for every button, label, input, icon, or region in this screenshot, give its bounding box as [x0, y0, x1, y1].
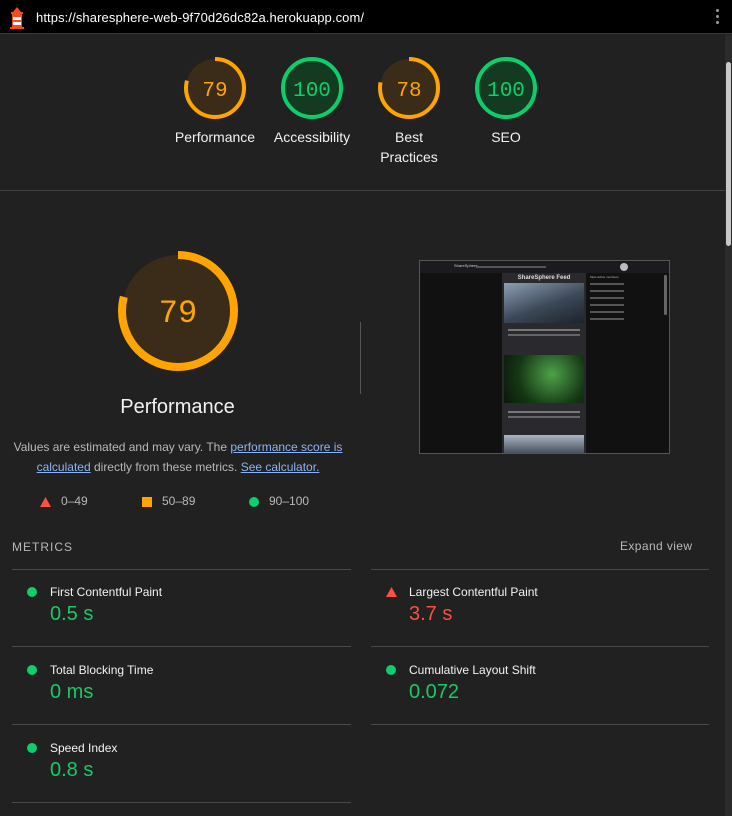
thumb-navbar: ShareSphere: [420, 261, 669, 273]
thumb-text-line: [508, 416, 580, 418]
thumb-scrollbar: [664, 275, 667, 315]
gauge-best-practices[interactable]: 78 Best Practices: [354, 55, 464, 167]
gauge-label: Best Practices: [380, 129, 438, 165]
metric-divider: [371, 646, 709, 647]
metric-divider: [371, 724, 709, 725]
score-gauge: 100: [281, 57, 343, 119]
thumb-text-line: [508, 334, 580, 336]
score-value: 100: [487, 80, 525, 103]
metric-name: Speed Index: [50, 741, 118, 755]
metric-divider: [371, 569, 709, 570]
thumb-post-image: [504, 355, 584, 403]
score-gauge: 78: [378, 57, 440, 119]
thumb-feed: ShareSphere Feed: [502, 273, 586, 453]
category-summary: 79 Performance 100 Accessibility 78 Best Prac…: [0, 35, 725, 191]
legend-pass: 90–100: [249, 494, 309, 510]
performance-note: Values are estimated and may vary. The p…: [12, 437, 344, 477]
thumb-nav-links: [476, 266, 546, 268]
performance-score: 79: [158, 295, 196, 332]
gauge-performance[interactable]: 79 Performance: [160, 55, 270, 147]
fail-indicator-icon: [386, 587, 397, 597]
metric-value: 0 ms: [50, 681, 94, 703]
score-value: 79: [202, 80, 227, 103]
metric-divider: [12, 724, 351, 725]
metric-name: Cumulative Layout Shift: [409, 663, 536, 677]
section-divider: [360, 322, 361, 394]
metric-name: Total Blocking Time: [50, 663, 154, 677]
metric-divider: [12, 569, 351, 570]
thumb-text-line: [590, 283, 624, 285]
thumb-feed-title: ShareSphere Feed: [517, 275, 571, 281]
metric-value: 0.5 s: [50, 603, 94, 625]
metric-value: 0.8 s: [50, 759, 94, 781]
pass-indicator-icon: [27, 587, 37, 597]
metric-divider: [12, 802, 351, 803]
thumb-text-line: [590, 304, 624, 306]
url-text[interactable]: https://sharesphere-web-9f70d26dc82a.her…: [36, 10, 364, 25]
metric-name: First Contentful Paint: [50, 585, 163, 599]
metrics-heading: METRICS: [12, 540, 73, 554]
gauge-label: Accessibility: [273, 129, 351, 145]
red-triangle-icon: [40, 496, 51, 507]
scrollbar-thumb[interactable]: [726, 62, 731, 246]
thumb-text-line: [590, 290, 624, 292]
thumb-avatar: [620, 263, 628, 271]
note-prefix: Values are estimated and may vary. The: [13, 440, 231, 454]
score-gauge: 79: [184, 57, 246, 119]
score-value: 100: [293, 80, 331, 103]
score-gauge: 100: [475, 57, 537, 119]
legend-fail: 0–49: [40, 494, 88, 510]
performance-title: Performance: [120, 396, 235, 418]
see-calculator-link[interactable]: See calculator.: [241, 460, 320, 474]
thumb-sidebar-title: Most active members: [590, 275, 619, 279]
thumb-text-line: [590, 297, 624, 299]
lighthouse-logo-icon: [10, 7, 24, 29]
gauge-accessibility[interactable]: 100 Accessibility: [257, 55, 367, 147]
thumb-text-line: [590, 318, 624, 320]
orange-square-icon: [142, 496, 152, 507]
metric-divider: [12, 646, 351, 647]
performance-section: 79 Performance: [0, 248, 355, 419]
pass-indicator-icon: [27, 665, 37, 675]
green-circle-icon: [249, 496, 259, 507]
legend-average: 50–89: [142, 494, 195, 510]
thumb-text-line: [508, 329, 580, 331]
gauge-seo[interactable]: 100 SEO: [451, 55, 561, 147]
note-middle: directly from these metrics.: [90, 460, 241, 474]
score-value: 78: [396, 80, 421, 103]
expand-view-button[interactable]: Expand view: [620, 539, 692, 553]
gauge-label: Performance: [174, 129, 256, 145]
pass-indicator-icon: [386, 665, 396, 675]
thumb-sidebar: Most active members: [590, 275, 630, 345]
legend-label: 90–100: [269, 494, 310, 508]
thumb-text-line: [508, 411, 580, 413]
final-screenshot[interactable]: ShareSphere ShareSphere Feed Most active…: [419, 260, 670, 454]
metric-value: 3.7 s: [409, 603, 453, 625]
legend-label: 50–89: [162, 494, 196, 508]
browser-toolbar: https://sharesphere-web-9f70d26dc82a.her…: [0, 0, 732, 34]
more-options-icon[interactable]: [714, 9, 720, 27]
legend-label: 0–49: [61, 494, 88, 508]
gauge-label: SEO: [491, 129, 521, 145]
metric-value: 0.072: [409, 681, 460, 703]
metric-name: Largest Contentful Paint: [409, 585, 538, 599]
thumb-post-image: [504, 435, 584, 453]
thumb-post-image: [504, 283, 584, 323]
performance-gauge: 79: [117, 251, 238, 371]
pass-indicator-icon: [27, 743, 37, 753]
thumb-brand: ShareSphere: [454, 263, 478, 268]
thumb-text-line: [590, 311, 624, 313]
